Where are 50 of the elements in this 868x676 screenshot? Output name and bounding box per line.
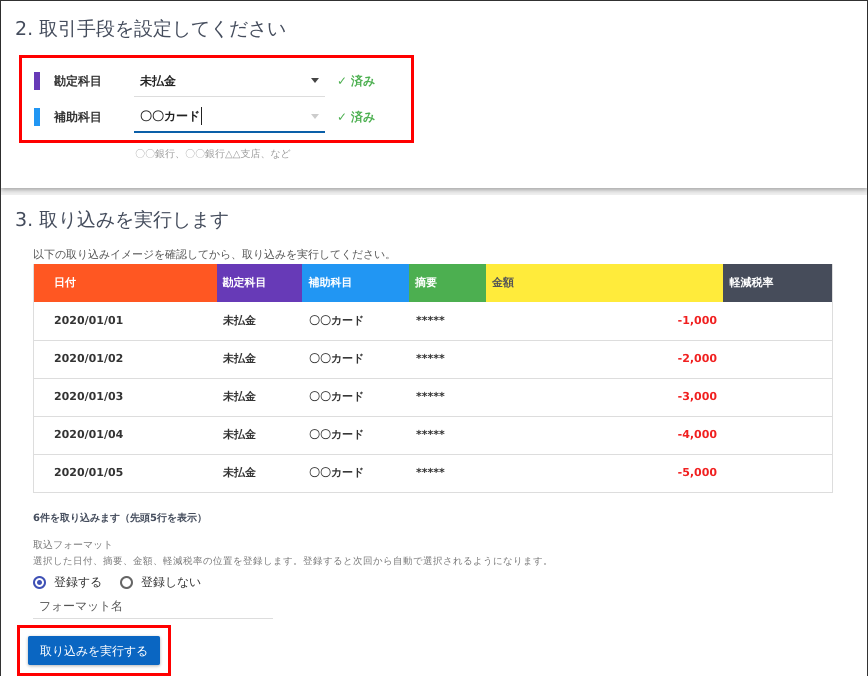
table-cell-text: 未払金 xyxy=(222,389,257,406)
table-cell-text: 〇〇カード xyxy=(308,427,365,444)
count-note: 6件を取り込みます（先頭5行を表示） xyxy=(33,512,208,526)
column-header: 摘要 xyxy=(409,264,486,302)
table-cell-text: -3,000 xyxy=(676,389,718,406)
section-title: 2. 取引手段を設定してください xyxy=(15,17,288,41)
table-cell-text: -2,000 xyxy=(676,351,718,368)
radio-option[interactable]: 登録する xyxy=(33,573,102,592)
table-cell-text: 2020/01/05 xyxy=(53,465,124,482)
column-header: 勘定科目 xyxy=(216,264,302,302)
table-cell-text: ***** xyxy=(415,427,446,444)
section-title: 3. 取り込みを実行します xyxy=(15,208,230,232)
status-text: ✓ 済み xyxy=(337,73,376,90)
table-cell-text: ***** xyxy=(415,389,446,406)
column-header: 補助科目 xyxy=(302,264,410,302)
table-cell-text: -5,000 xyxy=(676,465,718,482)
table-cell-text: ***** xyxy=(415,312,446,329)
table-cell-text: 未払金 xyxy=(222,312,257,329)
caret-icon xyxy=(311,78,319,83)
field-label: 勘定科目 xyxy=(54,73,103,90)
table-cell-text: 2020/01/04 xyxy=(53,427,124,444)
table-cell-text: 未払金 xyxy=(222,351,257,368)
table-cell-text: 〇〇カード xyxy=(308,312,365,329)
column-header: 日付 xyxy=(34,264,217,302)
hint-text: 〇〇銀行、〇〇銀行△△支店、など xyxy=(135,148,292,162)
input-field[interactable]: フォーマット名 xyxy=(33,593,273,620)
table-cell-text: -4,000 xyxy=(676,427,718,444)
table-cell-text: ***** xyxy=(415,351,446,368)
column-header: 軽減税率 xyxy=(723,264,832,302)
table-cell-text: 〇〇カード xyxy=(308,389,365,406)
table-cell-text: -1,000 xyxy=(676,312,718,329)
select-field[interactable]: 未払金 xyxy=(134,65,325,97)
field-label: 補助科目 xyxy=(54,109,103,126)
table-cell-text: ***** xyxy=(415,465,446,482)
radio-option[interactable]: 登録しない xyxy=(120,573,201,592)
table-cell-text: 〇〇カード xyxy=(308,465,365,482)
format-label: 取込フォーマット xyxy=(33,538,114,553)
caret-icon xyxy=(311,114,319,118)
table-cell-text: 2020/01/02 xyxy=(53,351,124,368)
column-header: 金額 xyxy=(486,264,724,302)
table-cell-text: 〇〇カード xyxy=(308,351,365,368)
table-cell-text: 未払金 xyxy=(222,465,257,482)
select-field[interactable]: 〇〇カード xyxy=(134,101,325,133)
table-cell-text: 2020/01/01 xyxy=(53,312,124,329)
table-cell-text: 未払金 xyxy=(222,427,257,444)
submit-button[interactable]: 取り込みを実行する xyxy=(28,636,160,666)
table-cell-text: 2020/01/03 xyxy=(53,389,124,406)
intro-text: 以下の取り込みイメージを確認してから、取り込みを実行してください。 xyxy=(33,248,397,262)
format-description: 選択した日付、摘要、金額、軽減税率の位置を登録します。登録すると次回から自動で選択されるようになります。 xyxy=(33,555,554,569)
status-text: ✓ 済み xyxy=(337,109,376,126)
